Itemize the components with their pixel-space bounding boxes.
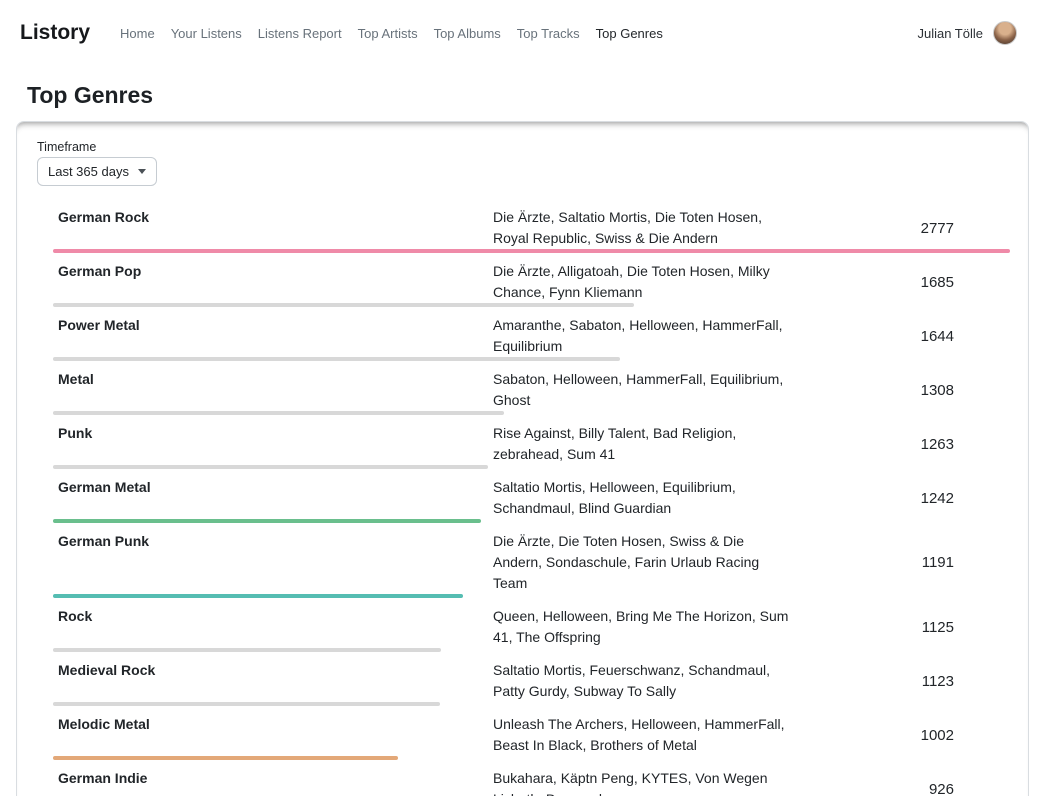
genre-bar xyxy=(53,594,463,598)
avatar[interactable] xyxy=(993,21,1017,45)
nav-link-top-artists[interactable]: Top Artists xyxy=(350,18,426,49)
genre-name: German Punk xyxy=(53,531,493,594)
genre-name: Rock xyxy=(53,606,493,648)
genre-count: 1125 xyxy=(793,619,1010,636)
genre-row: Medieval Rock Saltatio Mortis, Feuerschw… xyxy=(53,653,1010,707)
genre-bar xyxy=(53,465,488,469)
genre-count: 1263 xyxy=(793,436,1010,453)
genre-bar xyxy=(53,357,620,361)
genre-count: 1644 xyxy=(793,328,1010,345)
genre-artists: Die Ärzte, Die Toten Hosen, Swiss & Die … xyxy=(493,531,793,594)
nav-link-top-tracks[interactable]: Top Tracks xyxy=(509,18,588,49)
genre-artists: Amaranthe, Sabaton, Helloween, HammerFal… xyxy=(493,315,793,357)
timeframe-group: Timeframe Last 365 days xyxy=(37,140,1008,186)
genre-name: German Pop xyxy=(53,261,493,303)
genre-count: 2777 xyxy=(793,220,1010,237)
genre-row: German Rock Die Ärzte, Saltatio Mortis, … xyxy=(53,200,1010,254)
genre-count: 1308 xyxy=(793,382,1010,399)
genre-bar xyxy=(53,648,441,652)
genre-row: Melodic Metal Unleash The Archers, Hello… xyxy=(53,707,1010,761)
genre-artists: Queen, Helloween, Bring Me The Horizon, … xyxy=(493,606,793,648)
nav-link-listens-report[interactable]: Listens Report xyxy=(250,18,350,49)
genre-count: 926 xyxy=(793,781,1010,796)
genre-bar xyxy=(53,303,634,307)
genre-bar xyxy=(53,411,504,415)
genre-count: 1685 xyxy=(793,274,1010,291)
genre-row: Metal Sabaton, Helloween, HammerFall, Eq… xyxy=(53,362,1010,416)
main-content: Top Genres Timeframe Last 365 days Germa… xyxy=(0,82,1045,796)
genre-row: German Punk Die Ärzte, Die Toten Hosen, … xyxy=(53,524,1010,599)
genre-name: German Indie xyxy=(53,768,493,796)
genre-name: Punk xyxy=(53,423,493,465)
genre-count: 1002 xyxy=(793,727,1010,744)
genre-name: Medieval Rock xyxy=(53,660,493,702)
genre-row: Punk Rise Against, Billy Talent, Bad Rel… xyxy=(53,416,1010,470)
genre-bar xyxy=(53,756,398,760)
genres-table: German Rock Die Ärzte, Saltatio Mortis, … xyxy=(53,200,1010,796)
genre-name: German Rock xyxy=(53,207,493,249)
genre-bar xyxy=(53,702,440,706)
genre-artists: Saltatio Mortis, Feuerschwanz, Schandmau… xyxy=(493,660,793,702)
genre-name: German Metal xyxy=(53,477,493,519)
nav-link-home[interactable]: Home xyxy=(112,18,163,49)
genre-artists: Unleash The Archers, Helloween, HammerFa… xyxy=(493,714,793,756)
genre-count: 1242 xyxy=(793,490,1010,507)
nav-link-your-listens[interactable]: Your Listens xyxy=(163,18,250,49)
brand-logo[interactable]: Listory xyxy=(20,21,90,45)
genre-artists: Rise Against, Billy Talent, Bad Religion… xyxy=(493,423,793,465)
genre-count: 1191 xyxy=(793,554,1010,571)
genre-artists: Bukahara, Käptn Peng, KYTES, Von Wegen L… xyxy=(493,768,793,796)
nav-links: HomeYour ListensListens ReportTop Artist… xyxy=(112,18,671,49)
genre-row: German Metal Saltatio Mortis, Helloween,… xyxy=(53,470,1010,524)
chevron-down-icon xyxy=(138,169,146,174)
genre-name: Melodic Metal xyxy=(53,714,493,756)
timeframe-label: Timeframe xyxy=(37,140,1008,154)
genre-artists: Sabaton, Helloween, HammerFall, Equilibr… xyxy=(493,369,793,411)
page-title: Top Genres xyxy=(16,82,1029,109)
timeframe-selected-value: Last 365 days xyxy=(48,164,129,179)
top-genres-card: Timeframe Last 365 days German Rock Die … xyxy=(16,121,1029,796)
genre-count: 1123 xyxy=(793,673,1010,690)
genre-row: German Indie Bukahara, Käptn Peng, KYTES… xyxy=(53,761,1010,796)
genre-bar xyxy=(53,249,1010,253)
user-name[interactable]: Julian Tölle xyxy=(917,26,983,41)
navbar: Listory HomeYour ListensListens ReportTo… xyxy=(0,0,1045,66)
nav-link-top-albums[interactable]: Top Albums xyxy=(426,18,509,49)
genre-name: Metal xyxy=(53,369,493,411)
genre-row: Rock Queen, Helloween, Bring Me The Hori… xyxy=(53,599,1010,653)
genre-bar xyxy=(53,519,481,523)
genre-row: German Pop Die Ärzte, Alligatoah, Die To… xyxy=(53,254,1010,308)
nav-link-top-genres[interactable]: Top Genres xyxy=(588,18,671,49)
genre-name: Power Metal xyxy=(53,315,493,357)
genre-artists: Saltatio Mortis, Helloween, Equilibrium,… xyxy=(493,477,793,519)
timeframe-select[interactable]: Last 365 days xyxy=(37,157,157,186)
genre-artists: Die Ärzte, Saltatio Mortis, Die Toten Ho… xyxy=(493,207,793,249)
genre-artists: Die Ärzte, Alligatoah, Die Toten Hosen, … xyxy=(493,261,793,303)
genre-row: Power Metal Amaranthe, Sabaton, Hellowee… xyxy=(53,308,1010,362)
